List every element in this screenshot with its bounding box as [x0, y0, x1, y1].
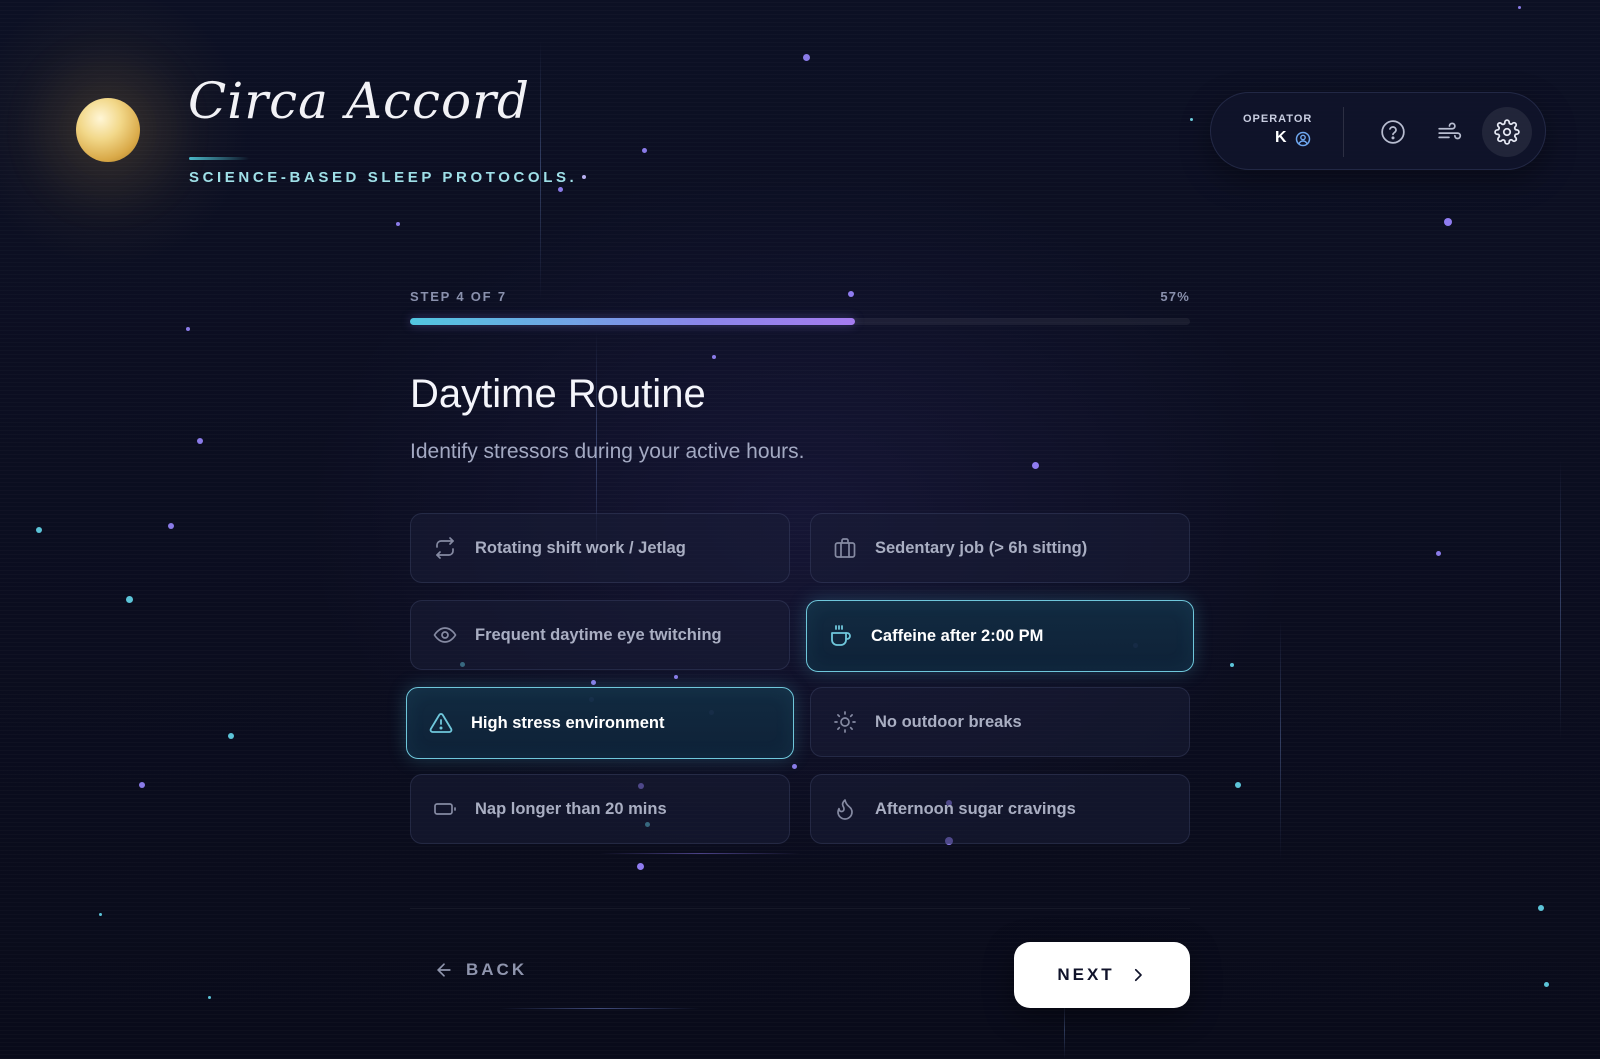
star [168, 523, 174, 529]
back-button[interactable]: BACK [434, 960, 527, 980]
option-eye-twitching[interactable]: Frequent daytime eye twitching [410, 600, 790, 670]
star [1032, 462, 1039, 469]
wind-icon [1438, 122, 1462, 140]
repeat-icon [433, 536, 457, 560]
next-label: NEXT [1057, 965, 1115, 984]
star [1436, 551, 1441, 556]
option-caffeine-after-2pm[interactable]: Caffeine after 2:00 PM [806, 600, 1194, 672]
user-circle-icon[interactable] [1295, 131, 1311, 147]
ambience-button[interactable] [1425, 107, 1475, 157]
star [1538, 905, 1544, 911]
moon-logo [76, 98, 140, 162]
operator-label: OPERATOR [1243, 113, 1313, 125]
option-label: Nap longer than 20 mins [475, 799, 667, 818]
operator-panel: OPERATOR K [1210, 92, 1546, 170]
back-underglow [500, 1008, 700, 1009]
star [591, 680, 596, 685]
decorative-vertical-line [1560, 460, 1561, 740]
progress-fill [410, 318, 855, 325]
next-button[interactable]: NEXT [1014, 942, 1190, 1008]
option-no-outdoor-breaks[interactable]: No outdoor breaks [810, 687, 1190, 757]
gear-icon [1494, 119, 1520, 145]
option-label: Sedentary job (> 6h sitting) [875, 538, 1088, 557]
page-subtitle: Identify stressors during your active ho… [410, 440, 805, 463]
back-label: BACK [466, 960, 528, 979]
briefcase-icon [833, 536, 857, 560]
star [99, 913, 102, 916]
flame-icon [833, 797, 857, 821]
star [582, 175, 586, 179]
option-label: No outdoor breaks [875, 712, 1022, 731]
star [208, 996, 211, 999]
star [1235, 782, 1241, 788]
chevron-right-icon [1134, 968, 1142, 982]
star [558, 187, 563, 192]
star [712, 355, 716, 359]
decorative-vertical-line [1064, 1000, 1065, 1059]
star [803, 54, 810, 61]
star [642, 148, 647, 153]
star [848, 291, 854, 297]
option-nap-longer-than-20[interactable]: Nap longer than 20 mins [410, 774, 790, 844]
brand-underline [189, 157, 249, 160]
arrow-left-icon [437, 963, 451, 977]
star [792, 764, 797, 769]
option-label: Frequent daytime eye twitching [475, 625, 722, 644]
sun-icon [833, 710, 857, 734]
star [1190, 118, 1193, 121]
option-label: High stress environment [471, 713, 665, 732]
page-title: Daytime Routine [410, 372, 706, 416]
operator-name[interactable]: K [1275, 129, 1287, 147]
star [1544, 982, 1549, 987]
star [139, 782, 145, 788]
option-sedentary-job[interactable]: Sedentary job (> 6h sitting) [810, 513, 1190, 583]
coffee-icon [829, 624, 853, 648]
decorative-vertical-line [1280, 620, 1281, 860]
star [1518, 6, 1521, 9]
help-circle-icon [1381, 120, 1405, 144]
option-label: Rotating shift work / Jetlag [475, 538, 686, 557]
operator-divider [1343, 107, 1344, 157]
star [197, 438, 203, 444]
settings-button[interactable] [1482, 107, 1532, 157]
star [1230, 663, 1234, 667]
option-high-stress-environment[interactable]: High stress environment [406, 687, 794, 759]
app-stage: Circa Accord SCIENCE-BASED SLEEP PROTOCO… [0, 0, 1600, 1059]
option-afternoon-sugar-cravings[interactable]: Afternoon sugar cravings [810, 774, 1190, 844]
option-label: Caffeine after 2:00 PM [871, 626, 1044, 645]
star [637, 863, 644, 870]
brand-title: Circa Accord [188, 72, 530, 130]
star [228, 733, 234, 739]
footer-divider [410, 908, 1190, 909]
star [36, 527, 42, 533]
star [126, 596, 133, 603]
battery-icon [433, 797, 457, 821]
star [396, 222, 400, 226]
star [1444, 218, 1452, 226]
warning-triangle-icon [429, 711, 453, 735]
brand-tagline: SCIENCE-BASED SLEEP PROTOCOLS. [189, 169, 578, 186]
eye-icon [433, 623, 457, 647]
options-underglow [600, 853, 800, 854]
progress-percent: 57% [1160, 289, 1190, 304]
star [674, 675, 678, 679]
option-rotating-shift-work[interactable]: Rotating shift work / Jetlag [410, 513, 790, 583]
option-label: Afternoon sugar cravings [875, 799, 1076, 818]
progress-track [410, 318, 1190, 325]
help-button[interactable] [1368, 107, 1418, 157]
step-indicator: STEP 4 OF 7 [410, 289, 507, 304]
star [186, 327, 190, 331]
